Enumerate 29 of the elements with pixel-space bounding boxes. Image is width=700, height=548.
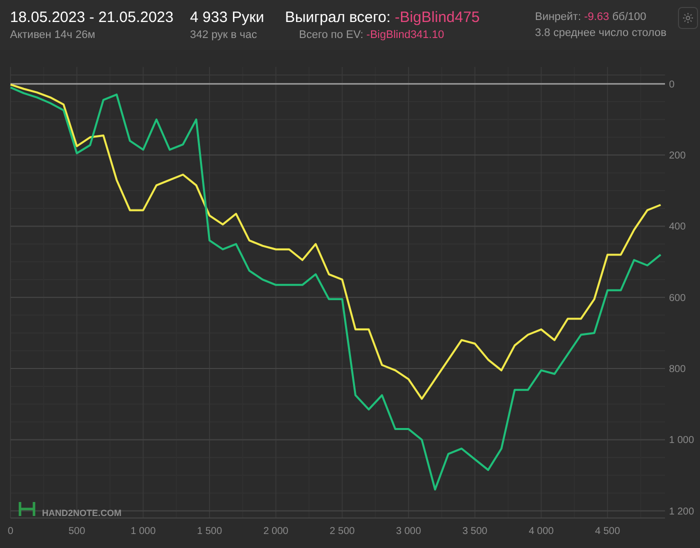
axis-label: 500	[68, 526, 86, 537]
ev-total: Всего по EV: -BigBlind341.10	[298, 28, 444, 43]
axis-label: 3 500	[462, 526, 488, 537]
axis-label: 1 000	[669, 435, 694, 446]
axis-label: 2 000	[263, 526, 288, 537]
hands-per-hour: 342 рук в час	[190, 28, 258, 43]
axis-label: 3 000	[396, 526, 422, 537]
watermark-icon	[18, 500, 36, 518]
date-range: 18.05.2023 - 21.05.2023	[10, 9, 174, 27]
axis-label: 0	[669, 79, 675, 90]
axis-label: 4 000	[528, 526, 554, 537]
axis-label: 2 500	[330, 526, 355, 537]
axis-label: 4 500	[595, 526, 620, 537]
active-time: Активен 14ч 26м	[10, 28, 96, 43]
axis-label: 800	[669, 364, 686, 376]
axis-label: 0	[8, 526, 14, 537]
hands-count: 4 933 Руки	[190, 9, 266, 27]
axis-label: 600	[669, 292, 686, 304]
average-tables: 3.8 среднее число столов	[535, 25, 667, 41]
axis-label: 1 500	[197, 526, 222, 537]
axis-label: 200	[669, 150, 686, 162]
settings-button[interactable]	[678, 7, 698, 29]
won-total: Выиграл всего: -BigBlind475	[285, 9, 480, 27]
watermark: HAND2NOTE.COM	[42, 508, 122, 518]
winrate: Винрейт: -9.63 бб/100	[535, 10, 648, 25]
axis-label: 1 200	[669, 506, 694, 518]
axis-label: 1 000	[130, 526, 156, 537]
axis-label: 400	[669, 222, 686, 233]
settings-icon	[682, 12, 694, 24]
